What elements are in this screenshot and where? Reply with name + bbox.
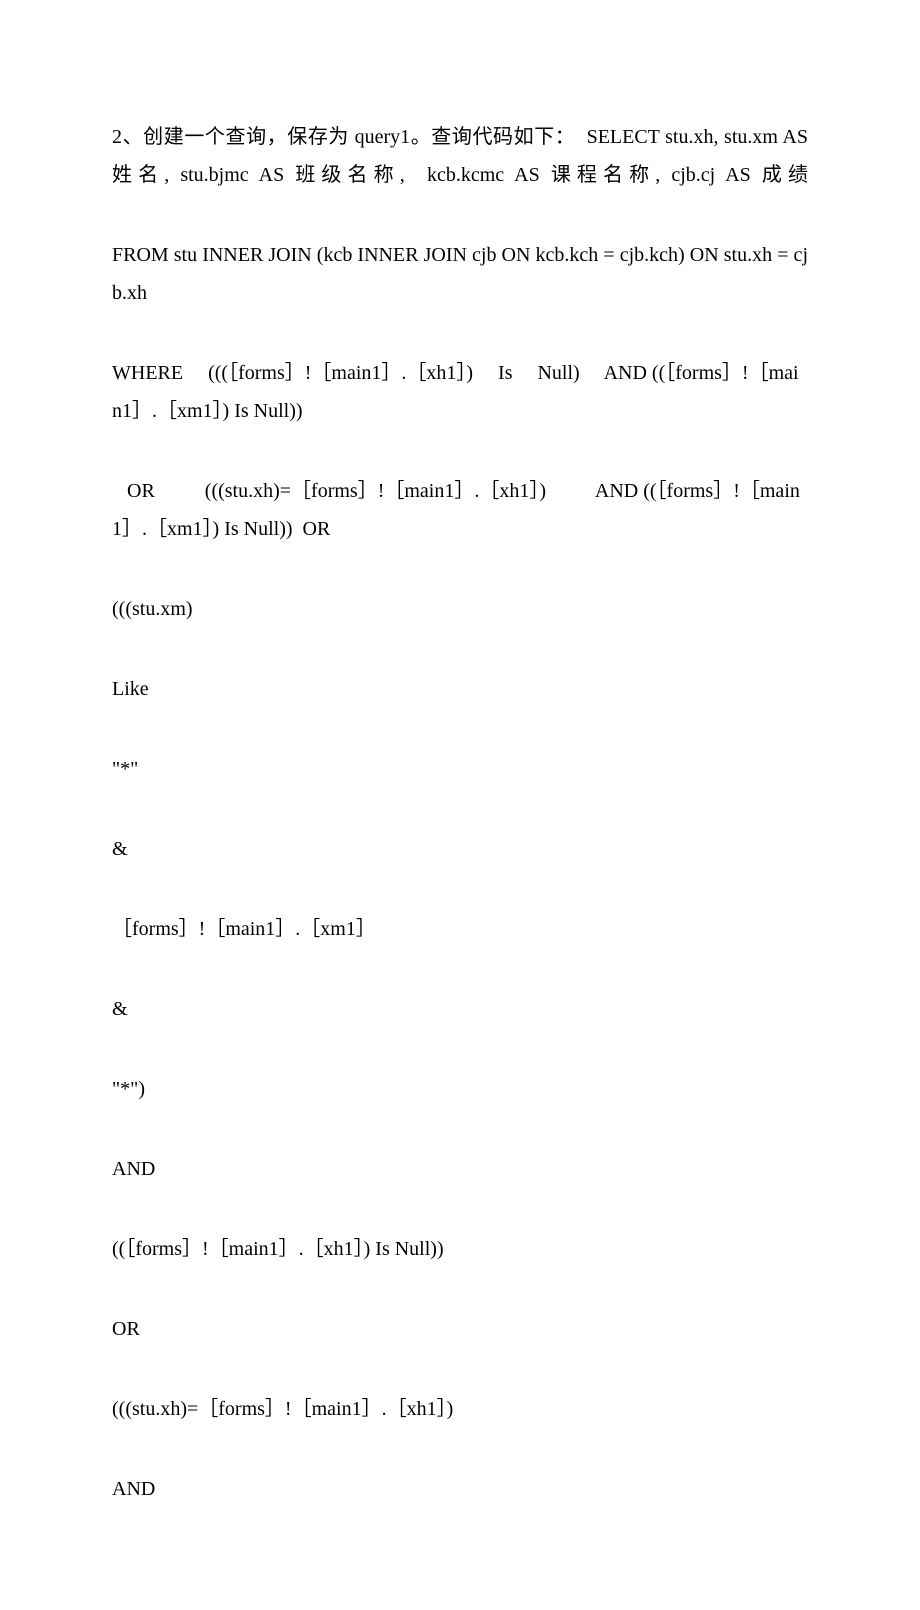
document-page: 2、创建一个查询，保存为 query1。查询代码如下： SELECT stu.x… xyxy=(0,0,920,1610)
paragraph: "*") xyxy=(112,1070,808,1108)
paragraph: AND xyxy=(112,1150,808,1188)
paragraph: OR (((stu.xh)=［forms］!［main1］.［xh1］) AND… xyxy=(112,472,808,548)
paragraph: 2、创建一个查询，保存为 query1。查询代码如下： SELECT stu.x… xyxy=(112,118,808,194)
paragraph: & xyxy=(112,830,808,868)
paragraph: (((stu.xm) xyxy=(112,590,808,628)
paragraph: FROM stu INNER JOIN (kcb INNER JOIN cjb … xyxy=(112,236,808,312)
paragraph: OR xyxy=(112,1310,808,1348)
paragraph: & xyxy=(112,990,808,1028)
paragraph: (((stu.xh)=［forms］!［main1］.［xh1］) xyxy=(112,1390,808,1428)
paragraph: AND xyxy=(112,1470,808,1508)
paragraph: Like xyxy=(112,670,808,708)
paragraph: ((［forms］!［main1］.［xh1］) Is Null)) xyxy=(112,1230,808,1268)
paragraph: ［forms］!［main1］.［xm1］ xyxy=(112,910,808,948)
paragraph: WHERE (((［forms］!［main1］.［xh1］) Is Null)… xyxy=(112,354,808,430)
paragraph: "*" xyxy=(112,750,808,788)
